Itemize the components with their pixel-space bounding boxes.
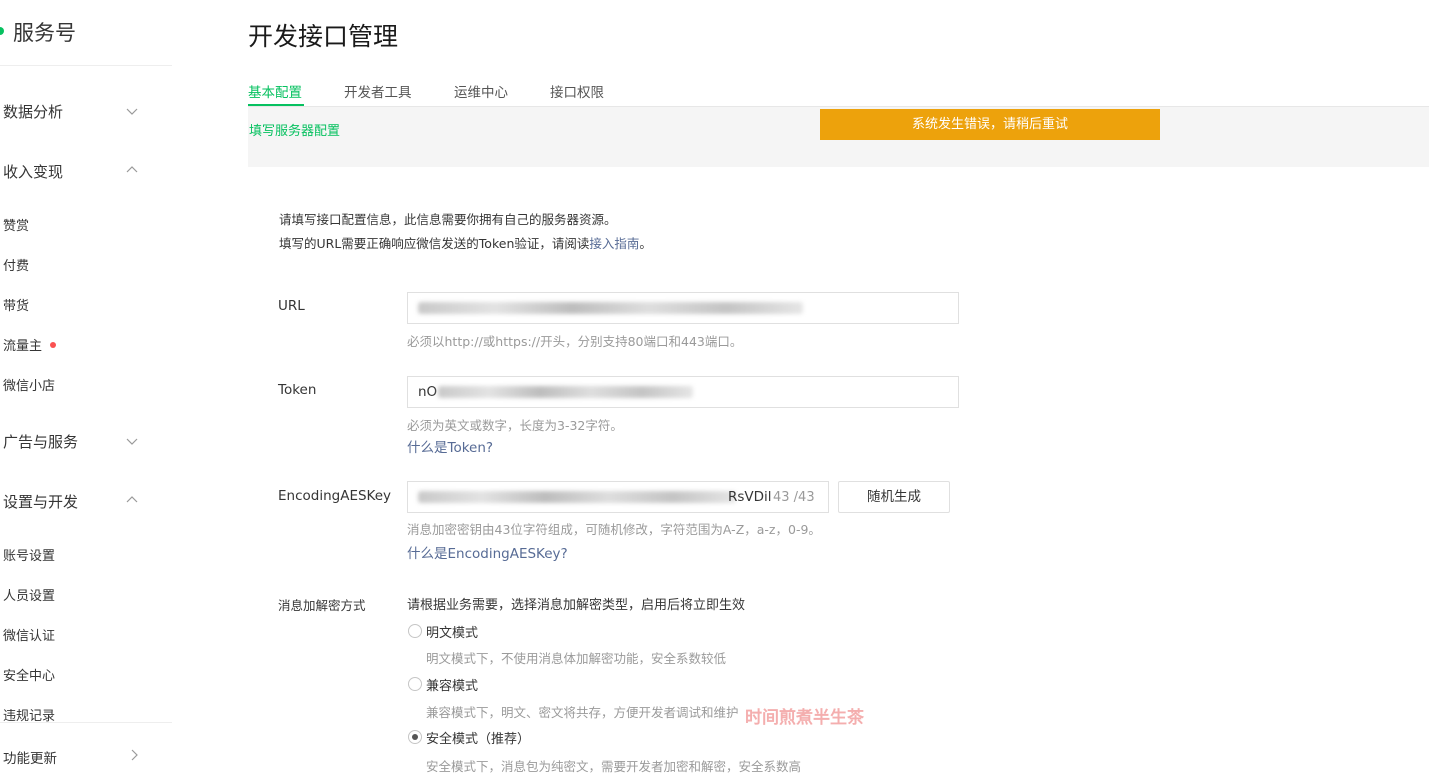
radio-plaintext-desc: 明文模式下，不使用消息体加解密功能，安全系数较低 bbox=[426, 651, 727, 666]
url-input[interactable] bbox=[407, 292, 959, 324]
token-value: nO bbox=[418, 384, 438, 400]
error-toast: 系统发生错误，请稍后重试 bbox=[820, 109, 1160, 140]
radio-plaintext[interactable] bbox=[408, 624, 422, 638]
radio-plaintext-label[interactable]: 明文模式 bbox=[426, 622, 478, 641]
tab-api-permissions[interactable]: 接口权限 bbox=[550, 81, 604, 101]
blurred-value bbox=[418, 491, 736, 503]
access-guide-link[interactable]: 接入指南 bbox=[589, 236, 639, 251]
radio-safe-mode-label[interactable]: 安全模式（推荐） bbox=[426, 728, 530, 747]
encryption-hint: 请根据业务需要，选择消息加解密类型，启用后将立即生效 bbox=[407, 598, 746, 613]
blurred-value bbox=[418, 302, 803, 314]
url-hint: 必须以http://或https://开头，分别支持80端口和443端口。 bbox=[407, 334, 743, 349]
page-title: 开发接口管理 bbox=[248, 22, 399, 51]
what-is-aes-key-link[interactable]: 什么是EncodingAESKey? bbox=[407, 542, 568, 562]
token-input[interactable]: nO bbox=[407, 376, 959, 408]
aes-hint: 消息加密密钥由43位字符组成，可随机修改，字符范围为A-Z，a-z，0-9。 bbox=[407, 522, 821, 537]
aes-key-value: RsVDil bbox=[728, 489, 772, 505]
url-label: URL bbox=[278, 298, 305, 314]
what-is-token-link[interactable]: 什么是Token? bbox=[407, 436, 493, 456]
tab-basic-config[interactable]: 基本配置 bbox=[248, 81, 302, 101]
token-label: Token bbox=[278, 382, 317, 398]
intro-text: 填写的URL需要正确响应微信发送的Token验证，请阅读 bbox=[279, 236, 590, 251]
tab-developer-tools[interactable]: 开发者工具 bbox=[344, 81, 412, 101]
random-generate-button[interactable]: 随机生成 bbox=[838, 481, 950, 513]
tab-ops-center[interactable]: 运维中心 bbox=[454, 81, 508, 101]
intro-line-2: 填写的URL需要正确响应微信发送的Token验证，请阅读接入指南。 bbox=[279, 233, 652, 252]
intro-suffix: 。 bbox=[639, 236, 652, 251]
token-hint: 必须为英文或数字，长度为3-32字符。 bbox=[407, 418, 623, 433]
char-counter: 43 /43 bbox=[773, 490, 815, 505]
radio-compatible-label[interactable]: 兼容模式 bbox=[426, 675, 478, 694]
watermark-text: 时间煎煮半生茶 bbox=[745, 708, 864, 728]
radio-compatible[interactable] bbox=[408, 677, 422, 691]
active-tab-indicator bbox=[248, 104, 304, 106]
main-area: 开发接口管理 基本配置 开发者工具 运维中心 接口权限 填写服务器配置 系统发生… bbox=[0, 0, 1429, 776]
radio-safe-mode-desc: 安全模式下，消息包为纯密文，需要开发者加密和解密，安全系数高 bbox=[426, 759, 802, 774]
intro-line-1: 请填写接口配置信息，此信息需要你拥有自己的服务器资源。 bbox=[279, 212, 617, 227]
encryption-label: 消息加解密方式 bbox=[278, 598, 366, 613]
radio-compatible-desc: 兼容模式下，明文、密文将共存，方便开发者调试和维护 bbox=[426, 705, 739, 720]
blurred-value bbox=[438, 386, 693, 398]
aes-key-input[interactable]: RsVDil 43 /43 bbox=[407, 481, 829, 513]
radio-safe-mode[interactable] bbox=[408, 730, 422, 744]
aes-label: EncodingAESKey bbox=[278, 488, 392, 504]
breadcrumb: 填写服务器配置 bbox=[249, 124, 341, 139]
